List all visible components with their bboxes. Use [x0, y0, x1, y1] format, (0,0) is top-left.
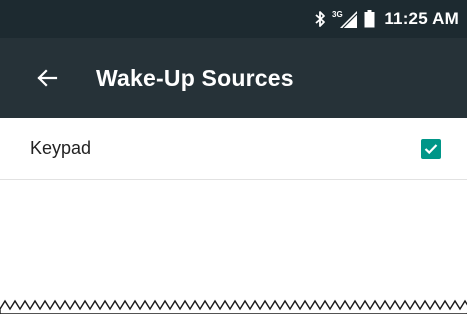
list-item-keypad[interactable]: Keypad	[0, 118, 467, 180]
settings-list: Keypad	[0, 118, 467, 180]
status-time: 11:25 AM	[384, 9, 459, 28]
list-item-label: Keypad	[30, 138, 92, 158]
arrow-back-icon	[36, 68, 58, 88]
bluetooth-icon	[314, 10, 326, 28]
battery-icon	[364, 10, 375, 28]
page-title: Wake-Up Sources	[96, 64, 294, 91]
device-screen: 3G 11:25 AM Wake-Up Sources Keypad	[0, 0, 467, 314]
checkmark-icon	[424, 143, 438, 155]
status-bar: 3G 11:25 AM	[0, 0, 467, 38]
keypad-checkbox[interactable]	[421, 138, 441, 159]
torn-edge	[0, 299, 467, 314]
app-bar: Wake-Up Sources	[0, 38, 467, 118]
signal-3g-icon: 3G	[332, 9, 358, 29]
svg-text:3G: 3G	[332, 10, 343, 19]
back-button[interactable]	[27, 58, 67, 98]
